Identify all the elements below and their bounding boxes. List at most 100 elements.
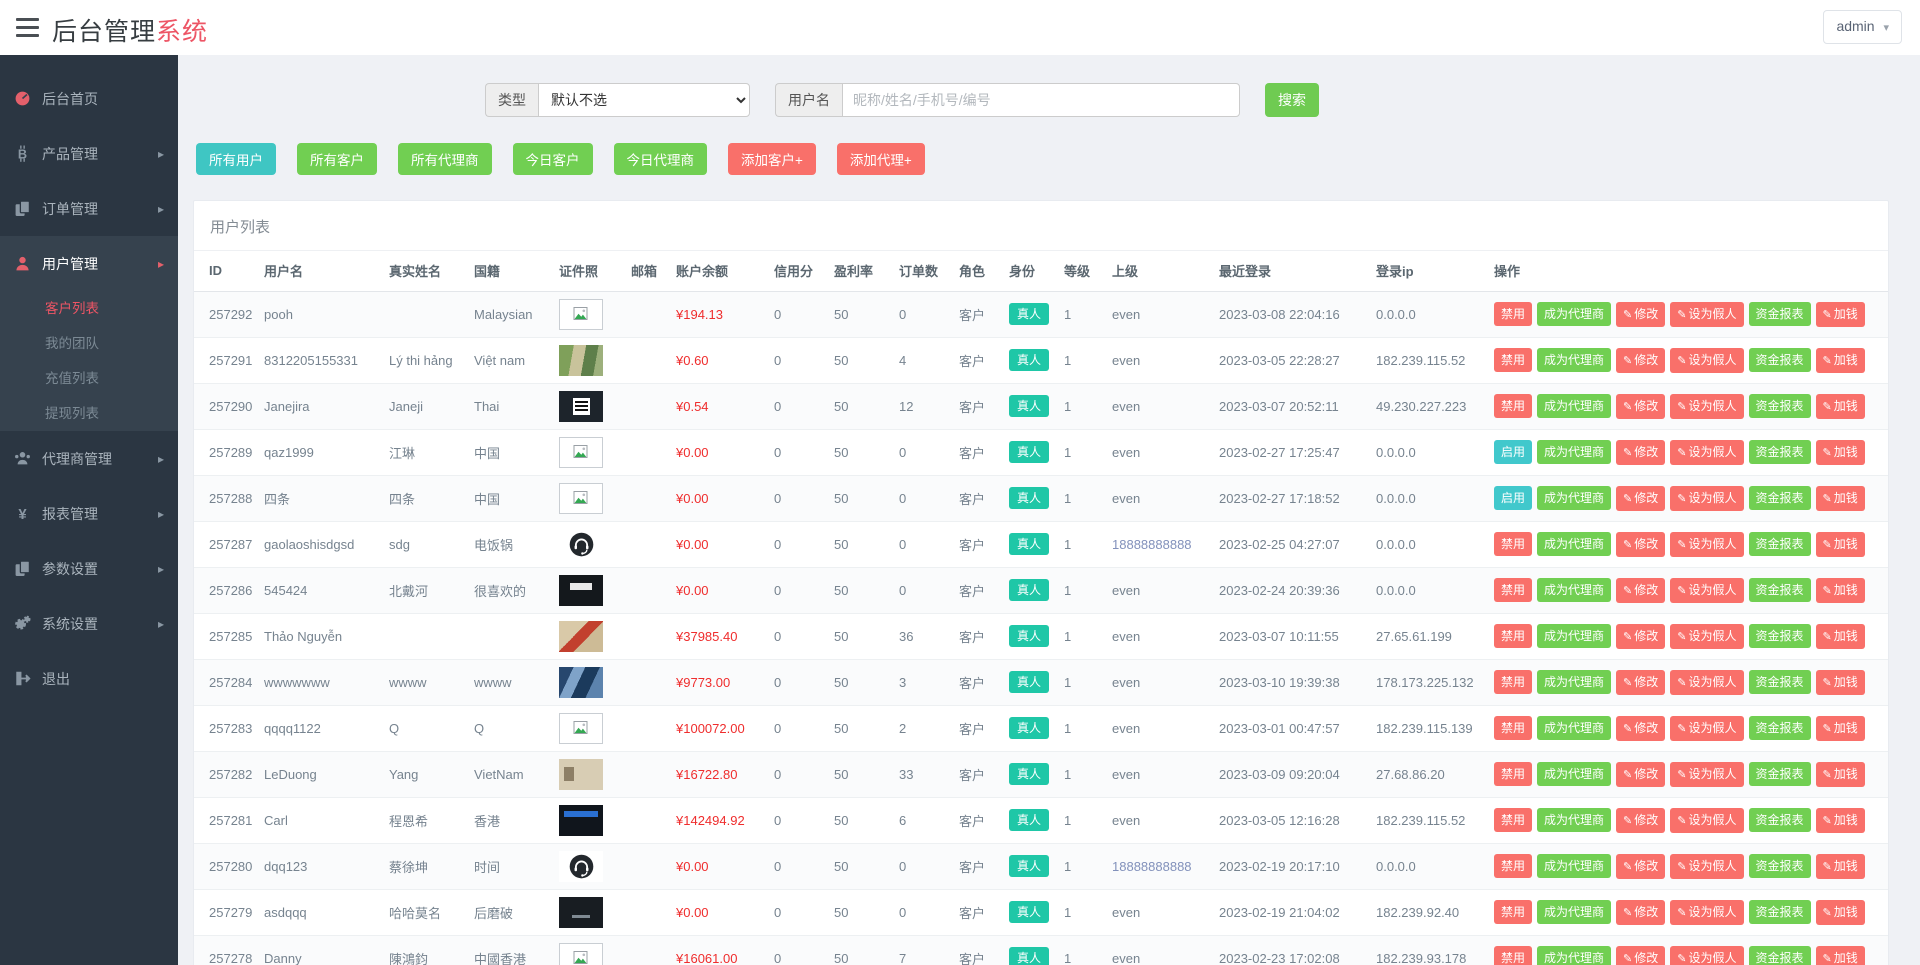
funds-report-button[interactable]: 资金报表 [1749,900,1811,924]
set-fake-button[interactable]: ✎设为假人 [1670,486,1743,511]
edit-button[interactable]: ✎修改 [1616,624,1665,649]
parent-account[interactable]: 18888888888 [1112,537,1192,552]
become-agent-button[interactable]: 成为代理商 [1537,578,1611,602]
sidebar-item-报表管理[interactable]: ¥报表管理▸ [0,486,178,541]
action-button-所有客户[interactable]: 所有客户 [297,143,377,175]
disable-button[interactable]: 禁用 [1494,808,1532,832]
add-money-button[interactable]: ✎加钱 [1816,348,1865,373]
edit-button[interactable]: ✎修改 [1616,716,1665,741]
add-money-button[interactable]: ✎加钱 [1816,578,1865,603]
edit-button[interactable]: ✎修改 [1616,578,1665,603]
become-agent-button[interactable]: 成为代理商 [1537,900,1611,924]
edit-button[interactable]: ✎修改 [1616,900,1665,925]
disable-button[interactable]: 禁用 [1494,854,1532,878]
disable-button[interactable]: 禁用 [1494,900,1532,924]
edit-button[interactable]: ✎修改 [1616,762,1665,787]
add-money-button[interactable]: ✎加钱 [1816,854,1865,879]
set-fake-button[interactable]: ✎设为假人 [1670,578,1743,603]
edit-button[interactable]: ✎修改 [1616,440,1665,465]
set-fake-button[interactable]: ✎设为假人 [1670,900,1743,925]
become-agent-button[interactable]: 成为代理商 [1537,532,1611,556]
action-button-今日客户[interactable]: 今日客户 [513,143,593,175]
funds-report-button[interactable]: 资金报表 [1749,946,1811,965]
hamburger-menu-icon[interactable] [16,18,39,37]
disable-button[interactable]: 禁用 [1494,532,1532,556]
sidebar-subitem-我的团队[interactable]: 我的团队 [0,326,178,361]
funds-report-button[interactable]: 资金报表 [1749,624,1811,648]
set-fake-button[interactable]: ✎设为假人 [1670,946,1743,965]
set-fake-button[interactable]: ✎设为假人 [1670,854,1743,879]
set-fake-button[interactable]: ✎设为假人 [1670,670,1743,695]
add-money-button[interactable]: ✎加钱 [1816,762,1865,787]
set-fake-button[interactable]: ✎设为假人 [1670,808,1743,833]
edit-button[interactable]: ✎修改 [1616,302,1665,327]
sidebar-item-订单管理[interactable]: 订单管理▸ [0,181,178,236]
become-agent-button[interactable]: 成为代理商 [1537,486,1611,510]
add-money-button[interactable]: ✎加钱 [1816,532,1865,557]
edit-button[interactable]: ✎修改 [1616,348,1665,373]
edit-button[interactable]: ✎修改 [1616,394,1665,419]
add-money-button[interactable]: ✎加钱 [1816,670,1865,695]
add-money-button[interactable]: ✎加钱 [1816,946,1865,965]
admin-user-dropdown[interactable]: admin ▾ [1823,10,1902,44]
edit-button[interactable]: ✎修改 [1616,532,1665,557]
funds-report-button[interactable]: 资金报表 [1749,440,1811,464]
action-button-所有代理商[interactable]: 所有代理商 [398,143,492,175]
disable-button[interactable]: 禁用 [1494,394,1532,418]
sidebar-item-系统设置[interactable]: 系统设置▸ [0,596,178,651]
set-fake-button[interactable]: ✎设为假人 [1670,762,1743,787]
disable-button[interactable]: 禁用 [1494,624,1532,648]
disable-button[interactable]: 禁用 [1494,716,1532,740]
add-money-button[interactable]: ✎加钱 [1816,394,1865,419]
username-search-input[interactable] [842,83,1240,117]
funds-report-button[interactable]: 资金报表 [1749,670,1811,694]
become-agent-button[interactable]: 成为代理商 [1537,624,1611,648]
become-agent-button[interactable]: 成为代理商 [1537,440,1611,464]
set-fake-button[interactable]: ✎设为假人 [1670,440,1743,465]
become-agent-button[interactable]: 成为代理商 [1537,808,1611,832]
funds-report-button[interactable]: 资金报表 [1749,394,1811,418]
disable-button[interactable]: 禁用 [1494,670,1532,694]
add-money-button[interactable]: ✎加钱 [1816,716,1865,741]
action-button-添加客户+[interactable]: 添加客户+ [728,143,816,175]
type-select[interactable]: 默认不选 [538,83,750,117]
sidebar-item-代理商管理[interactable]: 代理商管理▸ [0,431,178,486]
action-button-添加代理+[interactable]: 添加代理+ [837,143,925,175]
disable-button[interactable]: 禁用 [1494,302,1532,326]
become-agent-button[interactable]: 成为代理商 [1537,762,1611,786]
edit-button[interactable]: ✎修改 [1616,854,1665,879]
sidebar-item-参数设置[interactable]: 参数设置▸ [0,541,178,596]
funds-report-button[interactable]: 资金报表 [1749,302,1811,326]
edit-button[interactable]: ✎修改 [1616,670,1665,695]
parent-account[interactable]: 18888888888 [1112,859,1192,874]
edit-button[interactable]: ✎修改 [1616,946,1665,965]
funds-report-button[interactable]: 资金报表 [1749,808,1811,832]
search-button[interactable]: 搜索 [1265,83,1319,117]
action-button-今日代理商[interactable]: 今日代理商 [614,143,708,175]
funds-report-button[interactable]: 资金报表 [1749,716,1811,740]
funds-report-button[interactable]: 资金报表 [1749,486,1811,510]
become-agent-button[interactable]: 成为代理商 [1537,946,1611,965]
set-fake-button[interactable]: ✎设为假人 [1670,532,1743,557]
add-money-button[interactable]: ✎加钱 [1816,624,1865,649]
become-agent-button[interactable]: 成为代理商 [1537,854,1611,878]
funds-report-button[interactable]: 资金报表 [1749,348,1811,372]
enable-button[interactable]: 启用 [1494,440,1532,464]
sidebar-item-退出[interactable]: 退出 [0,651,178,706]
become-agent-button[interactable]: 成为代理商 [1537,716,1611,740]
add-money-button[interactable]: ✎加钱 [1816,900,1865,925]
disable-button[interactable]: 禁用 [1494,348,1532,372]
funds-report-button[interactable]: 资金报表 [1749,762,1811,786]
action-button-所有用户[interactable]: 所有用户 [196,143,276,175]
set-fake-button[interactable]: ✎设为假人 [1670,348,1743,373]
sidebar-item-用户管理[interactable]: 用户管理▸ [0,236,178,291]
set-fake-button[interactable]: ✎设为假人 [1670,624,1743,649]
edit-button[interactable]: ✎修改 [1616,486,1665,511]
disable-button[interactable]: 禁用 [1494,946,1532,965]
disable-button[interactable]: 禁用 [1494,762,1532,786]
enable-button[interactable]: 启用 [1494,486,1532,510]
funds-report-button[interactable]: 资金报表 [1749,532,1811,556]
become-agent-button[interactable]: 成为代理商 [1537,670,1611,694]
disable-button[interactable]: 禁用 [1494,578,1532,602]
edit-button[interactable]: ✎修改 [1616,808,1665,833]
